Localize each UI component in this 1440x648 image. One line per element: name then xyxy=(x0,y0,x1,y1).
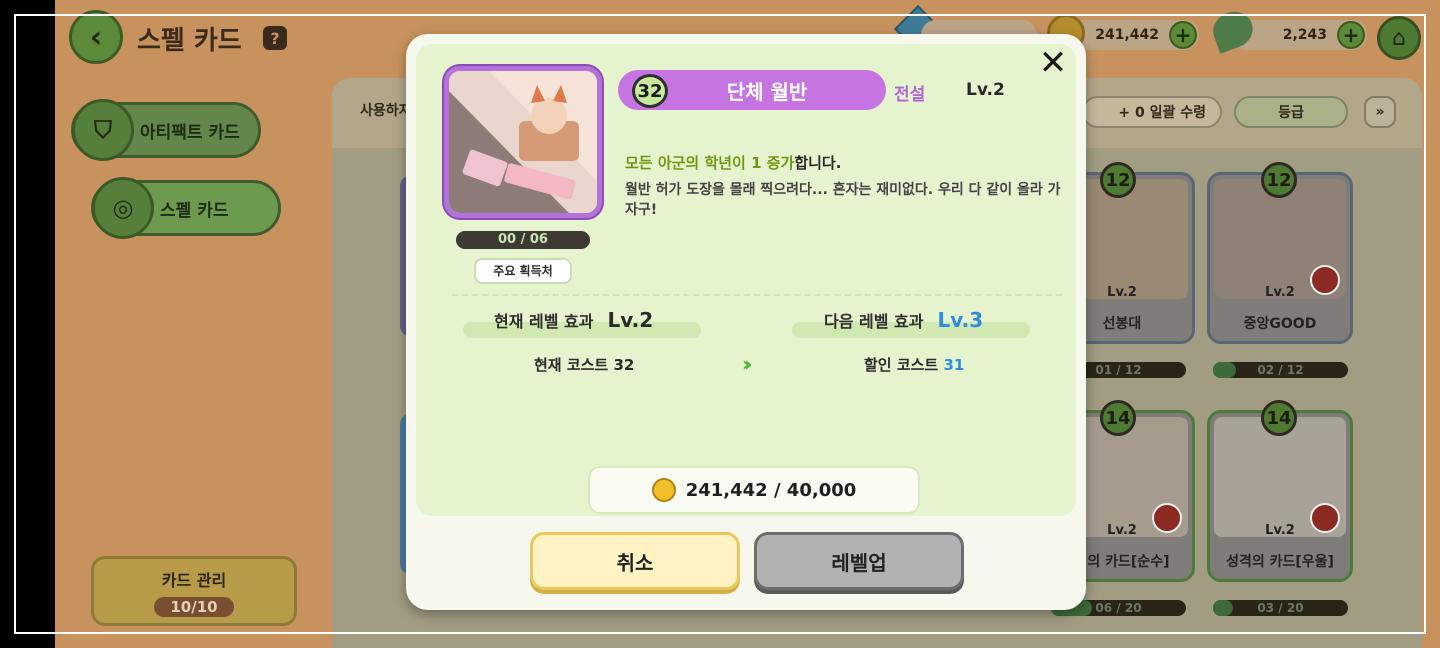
current-level-effect: 현재 레벨 효과 Lv.2 xyxy=(494,308,653,336)
sidebar-item-artifact-card[interactable]: ⛉ 아티팩트 카드 xyxy=(71,99,261,161)
card-description: 월반 허가 도장을 몰래 찍으려다... 혼자는 재미없다. 우리 다 같이 올… xyxy=(625,182,1061,218)
close-icon: ✕ xyxy=(1038,43,1068,83)
home-icon: ⌂ xyxy=(1392,25,1406,51)
card-name: 성격의 카드[우울] xyxy=(1226,554,1334,570)
card-management-count: 10/10 xyxy=(154,597,234,617)
sidebar-item-spell-card[interactable]: ◎ 스펠 카드 xyxy=(91,177,281,239)
gold-amount: 241,442 xyxy=(1095,27,1159,43)
card-progress-text: 02 / 12 xyxy=(1257,363,1304,377)
game-screen: ‹ 스펠 카드 ? 241,442 + 2,243 + ⌂ ⛉ 아티팩트 카드 … xyxy=(55,0,1440,648)
shield-icon: ⛉ xyxy=(72,99,134,161)
next-level-label: 다음 레벨 효과 xyxy=(824,312,924,331)
bulk-receive-button[interactable]: + 0 일괄 수령 xyxy=(1082,96,1222,128)
card-progress-fill xyxy=(1213,600,1234,616)
spell-swirl-icon: ◎ xyxy=(92,177,154,239)
card-level-badge: 12 xyxy=(1100,162,1136,198)
card-effect-highlight: 모든 아군의 학년이 1 증가 xyxy=(625,154,795,172)
double-arrow-icon: ›› xyxy=(742,352,753,376)
back-arrow-icon: ‹ xyxy=(89,19,103,55)
level-up-button[interactable]: 레벨업 xyxy=(754,532,964,590)
card-level: Lv.2 xyxy=(1265,285,1295,300)
sidebar-item-label: 스펠 카드 xyxy=(160,200,229,221)
card-grade: 전설 xyxy=(894,85,926,105)
card-progress: 02 / 12 xyxy=(1213,362,1348,378)
sidebar-item-label: 아티팩트 카드 xyxy=(140,122,240,143)
card-progress-text: 01 / 12 xyxy=(1095,363,1142,377)
expand-chevron-icon[interactable]: » xyxy=(1364,96,1396,128)
current-cost: 현재 코스트 32 xyxy=(534,356,635,374)
cancel-button[interactable]: 취소 xyxy=(530,532,740,590)
card-level-badge: 12 xyxy=(1261,162,1297,198)
card-management-button[interactable]: 카드 관리 10/10 xyxy=(91,556,297,626)
gold-requirement: 241,442 / 40,000 xyxy=(588,466,920,514)
use-filter-label: 사용하지 xyxy=(360,103,412,119)
card-progress-text: 06 / 20 xyxy=(1095,601,1142,615)
add-leaf-button[interactable]: + xyxy=(1337,21,1365,49)
card-management-label: 카드 관리 xyxy=(161,571,227,590)
card-illustration xyxy=(444,66,602,218)
page-title: 스펠 카드 xyxy=(137,26,242,56)
close-button[interactable]: ✕ xyxy=(1036,46,1070,80)
next-cost: 할인 코스트 31 xyxy=(864,354,964,375)
gold-coin-icon xyxy=(651,478,676,502)
card-progress: 03 / 20 xyxy=(1213,600,1348,616)
next-cost-label: 할인 코스트 xyxy=(864,356,939,374)
card-progress-text: 03 / 20 xyxy=(1257,601,1304,615)
add-gold-button[interactable]: + xyxy=(1169,21,1197,49)
card-illustration-art xyxy=(449,71,597,213)
help-icon[interactable]: ? xyxy=(263,26,287,50)
card-cost-badge: 32 xyxy=(632,74,668,108)
card-effect: 모든 아군의 학년이 1 증가합니다. xyxy=(625,152,841,173)
back-button[interactable]: ‹ xyxy=(69,10,123,64)
next-cost-value: 31 xyxy=(943,356,965,374)
leaf-amount: 2,243 xyxy=(1282,27,1327,43)
card-level: Lv.2 xyxy=(1265,523,1295,538)
gold-requirement-text: 241,442 / 40,000 xyxy=(685,479,857,501)
home-button[interactable]: ⌂ xyxy=(1377,16,1421,60)
card-detail-modal: 00 / 06 주요 획득처 단체 월반 32 전설 Lv.2 모든 아군의 학… xyxy=(406,34,1086,610)
card-level-badge: 14 xyxy=(1261,400,1297,436)
card-level: Lv.2 xyxy=(966,80,1005,100)
modal-content: 00 / 06 주요 획득처 단체 월반 32 전설 Lv.2 모든 아군의 학… xyxy=(416,44,1076,516)
gold-counter: 241,442 + xyxy=(1065,20,1199,50)
next-level-effect: 다음 레벨 효과 Lv.3 xyxy=(824,308,983,336)
owned-count: 00 / 06 xyxy=(456,231,590,249)
card-name: 단체 월반 xyxy=(726,79,808,104)
card-name: 중앙GOOD xyxy=(1243,316,1317,332)
grade-sort-button[interactable]: 등급 xyxy=(1234,96,1348,128)
main-source-button[interactable]: 주요 획득처 xyxy=(474,258,572,284)
divider xyxy=(452,294,1062,296)
next-level-value: Lv.3 xyxy=(937,308,984,332)
card-level-badge: 14 xyxy=(1100,400,1136,436)
current-level-label: 현재 레벨 효과 xyxy=(494,312,594,331)
card-effect-suffix: 합니다. xyxy=(794,154,842,172)
card-progress-fill xyxy=(1213,362,1236,378)
current-level-value: Lv.2 xyxy=(607,308,654,332)
